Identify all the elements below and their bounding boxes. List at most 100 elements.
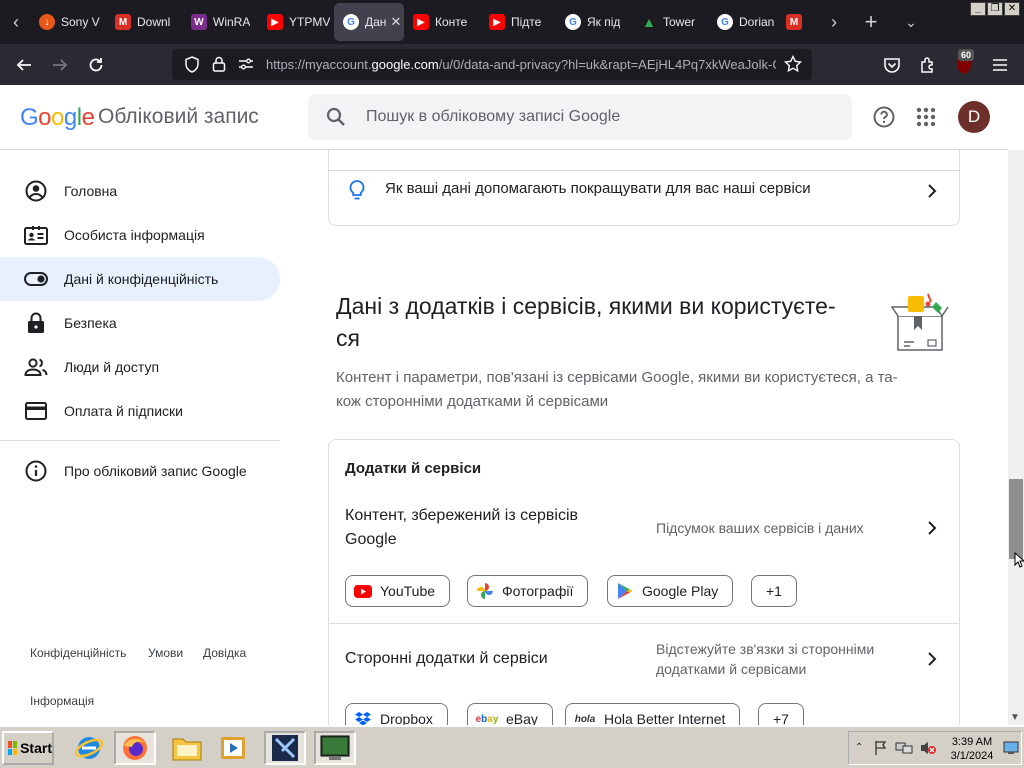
flag-icon[interactable] bbox=[873, 740, 889, 761]
chip-label: +1 bbox=[766, 583, 782, 599]
chevron-right-icon[interactable] bbox=[925, 521, 939, 535]
youtube-chip[interactable]: YouTube bbox=[345, 575, 451, 607]
pocket-icon[interactable] bbox=[874, 44, 910, 85]
permissions-icon[interactable] bbox=[238, 57, 254, 76]
browser-tab[interactable]: ▲ Tower bbox=[632, 3, 708, 41]
network-icon[interactable] bbox=[895, 740, 913, 761]
menu-hamburger-icon[interactable] bbox=[982, 44, 1018, 85]
sidebar-item-payments[interactable]: Оплата й підписки bbox=[0, 389, 280, 433]
tracking-shield-icon[interactable] bbox=[184, 56, 200, 78]
internet-explorer-icon[interactable] bbox=[68, 731, 110, 765]
sidebar-item-label: Безпека bbox=[64, 315, 117, 331]
google-play-chip[interactable]: Google Play bbox=[607, 575, 734, 607]
tray-expand-icon[interactable]: ⌃ bbox=[855, 742, 863, 753]
chip-label: Dropbox bbox=[380, 711, 433, 725]
row-title-line: Google bbox=[345, 531, 397, 548]
media-player-icon[interactable] bbox=[212, 731, 254, 765]
minimize-icon[interactable]: _ bbox=[970, 2, 986, 16]
gmail-icon: M bbox=[115, 14, 131, 30]
sidebar-item-label: Особиста інформація bbox=[64, 227, 205, 243]
extensions-icon[interactable] bbox=[910, 44, 946, 85]
url-text[interactable]: https://myaccount.google.com/u/0/data-an… bbox=[266, 57, 776, 72]
chip-label: eBay bbox=[506, 711, 538, 725]
close-tab-icon[interactable]: ✕ bbox=[390, 14, 401, 30]
page-scrollbar[interactable]: ▼ bbox=[1008, 150, 1024, 725]
sidebar-item-people-sharing[interactable]: Люди й доступ bbox=[0, 345, 280, 389]
file-explorer-icon[interactable] bbox=[166, 731, 208, 765]
browser-tab[interactable]: W WinRA bbox=[182, 3, 258, 41]
browser-tab[interactable]: ↓ Sony V bbox=[30, 3, 106, 41]
tab-title: WinRA bbox=[213, 15, 251, 29]
photos-chip[interactable]: Фотографії bbox=[467, 575, 589, 607]
tab-list-chevron-icon[interactable]: ⌄ bbox=[897, 0, 925, 44]
account-title[interactable]: Обліковий запис bbox=[98, 105, 259, 129]
youtube-icon: ▶ bbox=[267, 14, 283, 30]
avatar[interactable]: D bbox=[958, 101, 990, 133]
browser-tab[interactable]: M Downl bbox=[106, 3, 182, 41]
google-logo[interactable]: Google bbox=[20, 104, 95, 132]
info-link[interactable]: Інформація bbox=[30, 694, 94, 708]
ebay-chip[interactable]: ebay eBay bbox=[467, 703, 553, 725]
hola-chip[interactable]: hola Hola Better Internet bbox=[565, 703, 741, 725]
firefox-taskbar-icon[interactable] bbox=[114, 731, 156, 765]
search-input[interactable]: Пошук в обліковому записі Google bbox=[308, 94, 852, 140]
browser-tab[interactable]: ▶ Конте bbox=[404, 3, 480, 41]
start-button[interactable]: Start bbox=[2, 731, 54, 765]
terminal-icon[interactable] bbox=[314, 731, 356, 765]
third-party-apps-row[interactable]: Сторонні додатки й сервіси bbox=[345, 647, 548, 671]
browser-tab-active[interactable]: G Дан ✕ bbox=[334, 3, 404, 41]
help-link[interactable]: Довідка bbox=[203, 646, 246, 660]
close-window-icon[interactable]: ✕ bbox=[1004, 2, 1020, 16]
reload-icon[interactable] bbox=[78, 44, 114, 85]
volume-muted-icon[interactable] bbox=[919, 740, 937, 761]
browser-tab[interactable]: ▶ Підте bbox=[480, 3, 556, 41]
google-content-row[interactable]: Контент, збережений із сервісів Google bbox=[345, 504, 578, 552]
dropbox-icon bbox=[354, 710, 372, 725]
sidebar-item-about[interactable]: Про обліковий запис Google bbox=[0, 449, 280, 493]
address-bar[interactable]: https://myaccount.google.com/u/0/data-an… bbox=[172, 49, 812, 80]
data-improves-services-link[interactable]: Як ваші дані допомагають покращувати для… bbox=[385, 180, 811, 197]
bookmark-star-icon[interactable] bbox=[783, 54, 803, 78]
scrollbar-thumb[interactable] bbox=[1009, 479, 1023, 559]
chip-label: Hola Better Internet bbox=[604, 711, 726, 725]
privacy-card-bottom: Як ваші дані допомагають покращувати для… bbox=[328, 150, 960, 226]
new-tab-icon[interactable]: + bbox=[857, 0, 885, 44]
taskbar-clock[interactable]: 3:39 AM 3/1/2024 bbox=[941, 735, 1003, 763]
sidebar-item-data-privacy[interactable]: Дані й конфіденційність bbox=[0, 257, 280, 301]
windows-logo-icon bbox=[8, 741, 18, 755]
chevron-right-icon[interactable] bbox=[925, 652, 939, 666]
lock-icon[interactable] bbox=[212, 56, 226, 77]
search-icon[interactable] bbox=[324, 105, 348, 129]
forward-icon[interactable] bbox=[42, 44, 78, 85]
tab-scroll-right-icon[interactable]: › bbox=[820, 0, 848, 44]
sidebar-item-home[interactable]: Головна bbox=[0, 169, 280, 213]
back-icon[interactable] bbox=[6, 44, 42, 85]
scroll-down-arrow-icon[interactable]: ▼ bbox=[1010, 712, 1020, 723]
google-icon: G bbox=[565, 14, 581, 30]
more-services-chip[interactable]: +1 bbox=[751, 575, 797, 607]
tab-title: Як під bbox=[587, 15, 621, 29]
apps-services-card: Додатки й сервіси Контент, збережений із… bbox=[328, 439, 960, 725]
video-editor-icon[interactable] bbox=[264, 731, 306, 765]
tab-title: Конте bbox=[435, 15, 468, 29]
card-divider bbox=[329, 623, 959, 624]
google-apps-icon[interactable] bbox=[914, 105, 938, 129]
row-subtitle: Підсумок ваших сервісів і даних bbox=[656, 520, 864, 536]
browser-tab[interactable]: G Як під bbox=[556, 3, 632, 41]
hola-icon: hola bbox=[574, 713, 596, 725]
sidebar-item-security[interactable]: Безпека bbox=[0, 301, 280, 345]
privacy-link[interactable]: Конфіденційність bbox=[30, 646, 126, 660]
browser-tab[interactable]: G Dorian bbox=[708, 3, 784, 41]
tab-title: Tower bbox=[663, 15, 696, 29]
dropbox-chip[interactable]: Dropbox bbox=[345, 703, 448, 725]
help-icon[interactable] bbox=[872, 105, 896, 129]
restore-icon[interactable]: ❐ bbox=[987, 2, 1003, 16]
show-desktop-icon[interactable] bbox=[1003, 740, 1019, 761]
tab-scroll-left-icon[interactable]: ‹ bbox=[2, 0, 30, 44]
more-apps-chip[interactable]: +7 bbox=[758, 703, 804, 725]
browser-tab[interactable]: M bbox=[784, 3, 804, 41]
terms-link[interactable]: Умови bbox=[148, 646, 183, 660]
sidebar-item-personal-info[interactable]: Особиста інформація bbox=[0, 213, 280, 257]
start-label: Start bbox=[20, 740, 52, 756]
browser-tab[interactable]: ▶ YTPMV bbox=[258, 3, 334, 41]
